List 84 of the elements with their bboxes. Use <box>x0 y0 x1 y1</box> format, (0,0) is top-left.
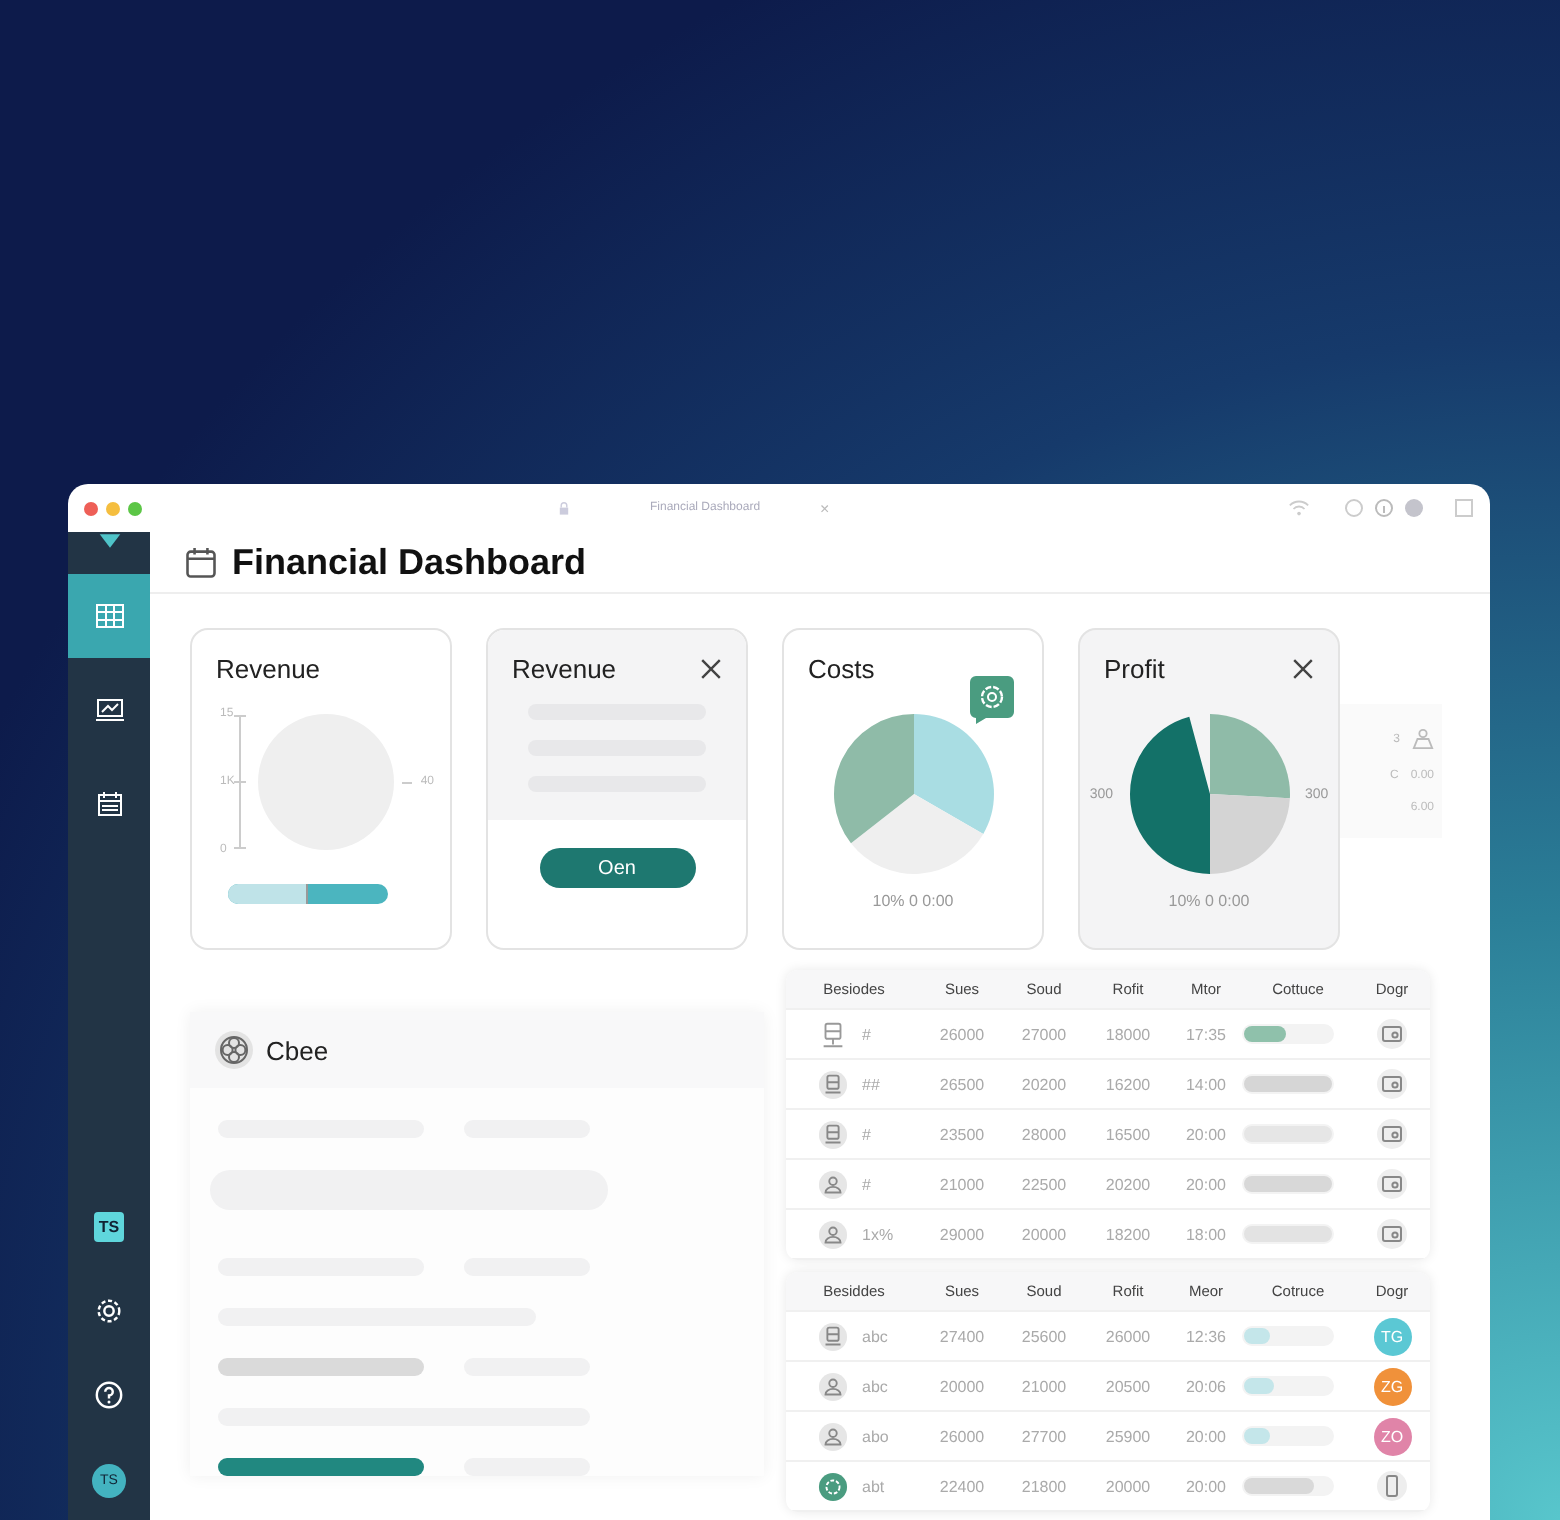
table-cell-text: 25900 <box>1103 1427 1153 1445</box>
table-cell-text: 20:00 <box>1183 1477 1229 1495</box>
table-cell-text: 21800 <box>1019 1477 1069 1495</box>
help-icon[interactable] <box>94 1380 124 1410</box>
table-cell-text: 28000 <box>1019 1125 1069 1143</box>
table-cell-text: 20:00 <box>1183 1125 1229 1143</box>
table-cell: 1x% <box>862 1225 894 1243</box>
table-cell-text: 25600 <box>1019 1327 1069 1345</box>
table-cell: abc <box>862 1377 888 1395</box>
table-cell-text: 16200 <box>1103 1075 1153 1093</box>
user-icon <box>818 1421 848 1451</box>
server-icon <box>818 1119 848 1149</box>
knot-logo-icon <box>818 1471 848 1501</box>
close-window-button[interactable] <box>84 501 98 515</box>
user-icon <box>818 1219 848 1249</box>
table-cell: # <box>862 1175 871 1193</box>
table-cell-text: 26000 <box>1103 1327 1153 1345</box>
table-cell: abc <box>862 1327 888 1345</box>
user-avatar[interactable]: TG <box>1373 1317 1411 1355</box>
settings-icon[interactable] <box>94 1296 124 1326</box>
chart-caption: 10% 0 0:00 <box>1166 892 1252 910</box>
table-cell-text: 18:00 <box>1183 1225 1229 1243</box>
chart-caption: 10% 0 0:00 <box>870 892 956 910</box>
panel-title: Cbee <box>266 1035 329 1065</box>
table-cell-text: 20:00 <box>1183 1175 1229 1193</box>
page-title: Financial Dashboard <box>232 541 587 583</box>
table-cell-text: 12:36 <box>1183 1327 1229 1345</box>
wifi-icon <box>1288 498 1310 518</box>
axis-line <box>234 712 247 852</box>
open-button[interactable]: Oen <box>539 848 695 888</box>
table-cell-text: 21000 <box>937 1175 987 1193</box>
card-title: Revenue <box>512 654 617 684</box>
table-cell-text: 27400 <box>937 1327 987 1345</box>
table-cell: abt <box>862 1477 885 1495</box>
user-icon <box>818 1169 848 1199</box>
server-icon <box>818 1019 848 1049</box>
table-cell-text: 20:06 <box>1183 1377 1229 1395</box>
table-cell-text: 16500 <box>1103 1125 1153 1143</box>
triangle-logo-icon <box>97 532 121 550</box>
table-cell-text: 26000 <box>937 1025 987 1043</box>
table-cell-text: 27700 <box>1019 1427 1069 1445</box>
table-cell-text: 26000 <box>937 1427 987 1445</box>
card-title: Profit <box>1104 654 1165 684</box>
table-cell-text: 20000 <box>937 1377 987 1395</box>
window-icon <box>1454 498 1474 518</box>
table-cell-text: 26500 <box>937 1075 987 1093</box>
user-avatar[interactable]: ZO <box>1373 1417 1411 1455</box>
table-cell-text: 14:00 <box>1183 1075 1229 1093</box>
close-icon[interactable] <box>700 658 722 680</box>
table-cell-text: 22500 <box>1019 1175 1069 1193</box>
table-cell-text: 20500 <box>1103 1377 1153 1395</box>
table-cell: abo <box>862 1427 889 1445</box>
table-cell: ## <box>862 1075 880 1093</box>
table-cell-text: 20200 <box>1103 1175 1153 1193</box>
table-cell-text: 22400 <box>937 1477 987 1495</box>
info-icon <box>1374 498 1394 518</box>
card-title: Costs <box>808 654 875 684</box>
circle-icon <box>1344 498 1364 518</box>
server-icon <box>818 1321 848 1351</box>
table-cell-text: 21000 <box>1019 1377 1069 1395</box>
server-icon <box>818 1069 848 1099</box>
table-cell-text: 27000 <box>1019 1025 1069 1043</box>
table-cell-text: 20000 <box>1103 1477 1153 1495</box>
table-cell-text: 20000 <box>1019 1225 1069 1243</box>
table-cell: # <box>862 1125 871 1143</box>
user-icon <box>818 1371 848 1401</box>
chart-icon <box>95 698 123 722</box>
table-cell-text: 17:35 <box>1183 1025 1229 1043</box>
grid-icon <box>95 604 123 628</box>
tab-close-button[interactable]: × <box>820 499 830 517</box>
table-cell-text: 20:00 <box>1183 1427 1229 1445</box>
flower-logo-icon <box>214 1030 254 1070</box>
table-cell-text: 18200 <box>1103 1225 1153 1243</box>
table-cell-text: 29000 <box>937 1225 987 1243</box>
user-badge[interactable]: TS <box>94 1212 124 1242</box>
lock-icon <box>558 501 570 515</box>
table-cell: # <box>862 1025 871 1043</box>
card-title: Revenue <box>216 654 321 684</box>
table-cell-text: 18000 <box>1103 1025 1153 1043</box>
table-cell-text: 23500 <box>937 1125 987 1143</box>
table-cell-text: 20200 <box>1019 1075 1069 1093</box>
phone-icon <box>1376 1470 1408 1502</box>
close-icon[interactable] <box>1292 658 1314 680</box>
user-avatar[interactable]: ZG <box>1373 1367 1411 1405</box>
